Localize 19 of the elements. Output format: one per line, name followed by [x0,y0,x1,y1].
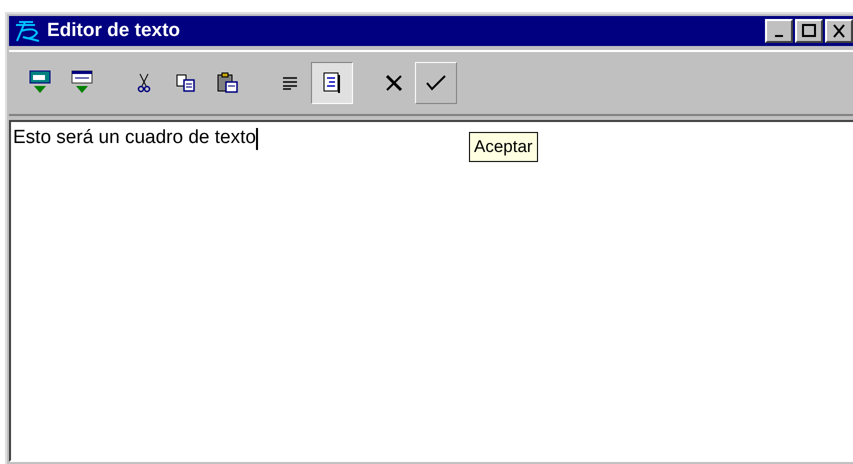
minimize-button[interactable] [765,19,793,43]
maximize-button[interactable] [795,19,823,43]
tooltip: Aceptar [469,132,538,162]
align-left-icon [282,76,298,90]
text-value: Esto será un cuadro de texto [13,127,256,148]
paste-icon [217,72,239,94]
close-button[interactable] [825,19,853,43]
text-area[interactable]: Esto será un cuadro de texto Aceptar [9,120,853,462]
close-icon [385,74,403,92]
document-icon [323,72,341,94]
toolbar-button[interactable] [311,62,353,104]
close-icon [831,24,847,38]
text-cursor [256,128,258,150]
minimize-icon [775,35,783,37]
checkmark-icon [425,74,447,92]
maximize-icon [801,24,817,38]
scissors-icon [137,73,151,93]
window-title: Editor de texto [47,18,182,43]
copy-icon [176,74,196,92]
